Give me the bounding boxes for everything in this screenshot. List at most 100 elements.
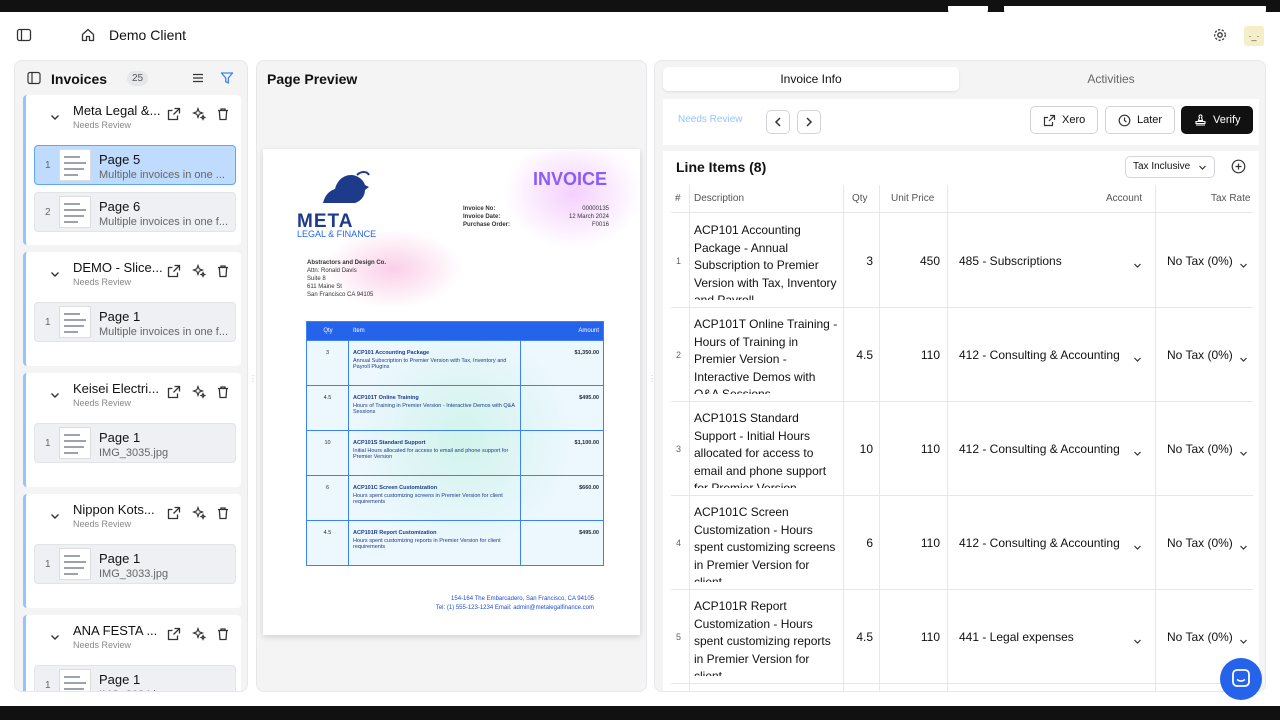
- xero-button[interactable]: Xero: [1030, 106, 1098, 134]
- filter-icon[interactable]: [220, 71, 234, 90]
- description-cell[interactable]: ACP101S Standard Support - Initial Hours…: [694, 410, 840, 488]
- sidebar-toggle-icon[interactable]: [16, 27, 32, 43]
- invoice-group-name[interactable]: DEMO - Slice...: [73, 260, 163, 275]
- trash-icon[interactable]: [216, 107, 230, 121]
- qty-cell[interactable]: 4.5: [843, 348, 873, 362]
- row-code: ACP101C Screen Customization: [353, 485, 438, 491]
- chevron-down-icon[interactable]: [48, 388, 62, 402]
- verify-button[interactable]: Verify: [1181, 106, 1253, 134]
- page-item[interactable]: 1 Page 1 IMG_3035.jpg: [34, 423, 236, 463]
- trash-icon[interactable]: [216, 627, 230, 641]
- add-line-item-icon[interactable]: [1231, 159, 1246, 179]
- next-invoice-button[interactable]: [797, 110, 821, 134]
- tax-mode-select[interactable]: Tax Inclusive: [1125, 156, 1215, 178]
- qty-cell[interactable]: 4.5: [843, 630, 873, 644]
- chevron-down-icon[interactable]: [48, 630, 62, 644]
- unit-price-cell[interactable]: 110: [887, 442, 940, 456]
- description-cell[interactable]: ACP101 Accounting Package - Annual Subsc…: [694, 222, 840, 300]
- ai-sparkle-icon[interactable]: [191, 384, 207, 399]
- ai-sparkle-icon[interactable]: [191, 505, 207, 520]
- client-name[interactable]: Demo Client: [109, 27, 186, 43]
- page-item[interactable]: 1 Page 1 IMG_3034.jpg: [34, 665, 236, 691]
- chevron-down-icon[interactable]: [1133, 539, 1142, 557]
- trash-icon[interactable]: [216, 385, 230, 399]
- chat-launcher-button[interactable]: [1220, 658, 1262, 700]
- page-item[interactable]: 1 Page 1 Multiple invoices in one f...: [34, 302, 236, 342]
- chevron-down-icon[interactable]: [1239, 633, 1248, 651]
- account-select[interactable]: 485 - Subscriptions: [959, 254, 1147, 268]
- tax-rate-select[interactable]: No Tax (0%): [1167, 442, 1233, 456]
- brand-subtitle: LEGAL & FINANCE: [297, 229, 377, 239]
- home-icon[interactable]: [80, 27, 96, 43]
- invoice-group[interactable]: Keisei Electri... Needs Review 1 Page 1 IMG_…: [23, 373, 241, 487]
- chevron-down-icon[interactable]: [1133, 633, 1142, 651]
- qty-cell[interactable]: 10: [843, 442, 873, 456]
- account-select[interactable]: 441 - Legal expenses: [959, 630, 1147, 644]
- invoice-row: 10 ACP101S Standard Support Initial Hours …: [307, 430, 603, 475]
- description-cell[interactable]: ACP101R Report Customization - Hours spe…: [694, 598, 840, 676]
- unit-price-cell[interactable]: 450: [887, 254, 940, 268]
- chevron-down-icon[interactable]: [1239, 351, 1248, 369]
- chevron-down-icon[interactable]: [48, 110, 62, 124]
- description-cell[interactable]: ACP101C Screen Customization - Hours spe…: [694, 504, 840, 582]
- tax-rate-select[interactable]: No Tax (0%): [1167, 254, 1233, 268]
- resize-handle[interactable]: ⋮: [249, 374, 257, 383]
- open-external-icon[interactable]: [167, 506, 181, 520]
- invoice-row: 6 ACP101C Screen Customization Hours spent…: [307, 475, 603, 520]
- unit-price-cell[interactable]: 110: [887, 348, 940, 362]
- open-external-icon[interactable]: [167, 264, 181, 278]
- page-item[interactable]: 1 Page 1 IMG_3033.jpg: [34, 544, 236, 584]
- row-amount: $495.00: [579, 395, 599, 401]
- page-item[interactable]: 2 Page 6 Multiple invoices in one f...: [34, 192, 236, 232]
- stamp-icon: [1195, 113, 1206, 126]
- invoice-group-name[interactable]: Meta Legal &...: [73, 103, 163, 118]
- tax-rate-select[interactable]: No Tax (0%): [1167, 630, 1233, 644]
- invoice-group[interactable]: DEMO - Slice... Needs Review 1 Page 1 Multip…: [23, 252, 241, 366]
- chevron-down-icon[interactable]: [1239, 445, 1248, 463]
- ai-sparkle-icon[interactable]: [191, 626, 207, 641]
- settings-gear-icon[interactable]: [1212, 27, 1228, 43]
- row-number: 3: [676, 444, 682, 454]
- unit-price-cell[interactable]: 110: [887, 536, 940, 550]
- later-button[interactable]: Later: [1105, 106, 1175, 134]
- ai-sparkle-icon[interactable]: [191, 106, 207, 121]
- tab-activities[interactable]: Activities: [963, 67, 1259, 91]
- chevron-down-icon[interactable]: [1239, 539, 1248, 557]
- list-view-icon[interactable]: [191, 71, 205, 90]
- trash-icon[interactable]: [216, 264, 230, 278]
- row-amount: $1,350.00: [574, 350, 599, 356]
- description-cell[interactable]: ACP101T Online Training - Hours of Train…: [694, 316, 840, 394]
- invoice-group[interactable]: Meta Legal &... Needs Review 1 Page 5 Multip…: [23, 95, 241, 245]
- prev-invoice-button[interactable]: [766, 110, 790, 134]
- qty-cell[interactable]: 6: [843, 536, 873, 550]
- invoice-group-status: Needs Review: [73, 519, 132, 529]
- open-external-icon[interactable]: [167, 107, 181, 121]
- chevron-down-icon[interactable]: [1133, 445, 1142, 463]
- tab-invoice-info[interactable]: Invoice Info: [663, 67, 959, 91]
- chevron-down-icon[interactable]: [48, 509, 62, 523]
- invoice-group-name[interactable]: ANA FESTA ...: [73, 623, 163, 638]
- invoice-group[interactable]: ANA FESTA ... Needs Review 1 Page 1 IMG_3034…: [23, 615, 241, 691]
- chevron-down-icon[interactable]: [1133, 257, 1142, 275]
- row-desc: Annual Subscription to Premier Version w…: [353, 358, 507, 370]
- chevron-down-icon[interactable]: [1239, 257, 1248, 275]
- invoice-group-name[interactable]: Keisei Electri...: [73, 381, 163, 396]
- chevron-down-icon[interactable]: [1133, 351, 1142, 369]
- page-item[interactable]: 1 Page 5 Multiple invoices in one ...: [34, 145, 236, 185]
- row-amount: $495.00: [579, 530, 599, 536]
- tax-rate-select[interactable]: No Tax (0%): [1167, 348, 1233, 362]
- invoice-group-name[interactable]: Nippon Kots...: [73, 502, 163, 517]
- unit-price-cell[interactable]: 110: [887, 630, 940, 644]
- ai-sparkle-icon[interactable]: [191, 263, 207, 278]
- trash-icon[interactable]: [216, 506, 230, 520]
- account-select[interactable]: 412 - Consulting & Accounting: [959, 536, 1147, 550]
- account-select[interactable]: 412 - Consulting & Accounting: [959, 348, 1147, 362]
- user-avatar[interactable]: ·_·: [1244, 26, 1264, 46]
- tax-rate-select[interactable]: No Tax (0%): [1167, 536, 1233, 550]
- qty-cell[interactable]: 3: [843, 254, 873, 268]
- open-external-icon[interactable]: [167, 385, 181, 399]
- account-select[interactable]: 412 - Consulting & Accounting: [959, 442, 1147, 456]
- chevron-down-icon[interactable]: [48, 267, 62, 281]
- invoice-group[interactable]: Nippon Kots... Needs Review 1 Page 1 IMG_303…: [23, 494, 241, 608]
- open-external-icon[interactable]: [167, 627, 181, 641]
